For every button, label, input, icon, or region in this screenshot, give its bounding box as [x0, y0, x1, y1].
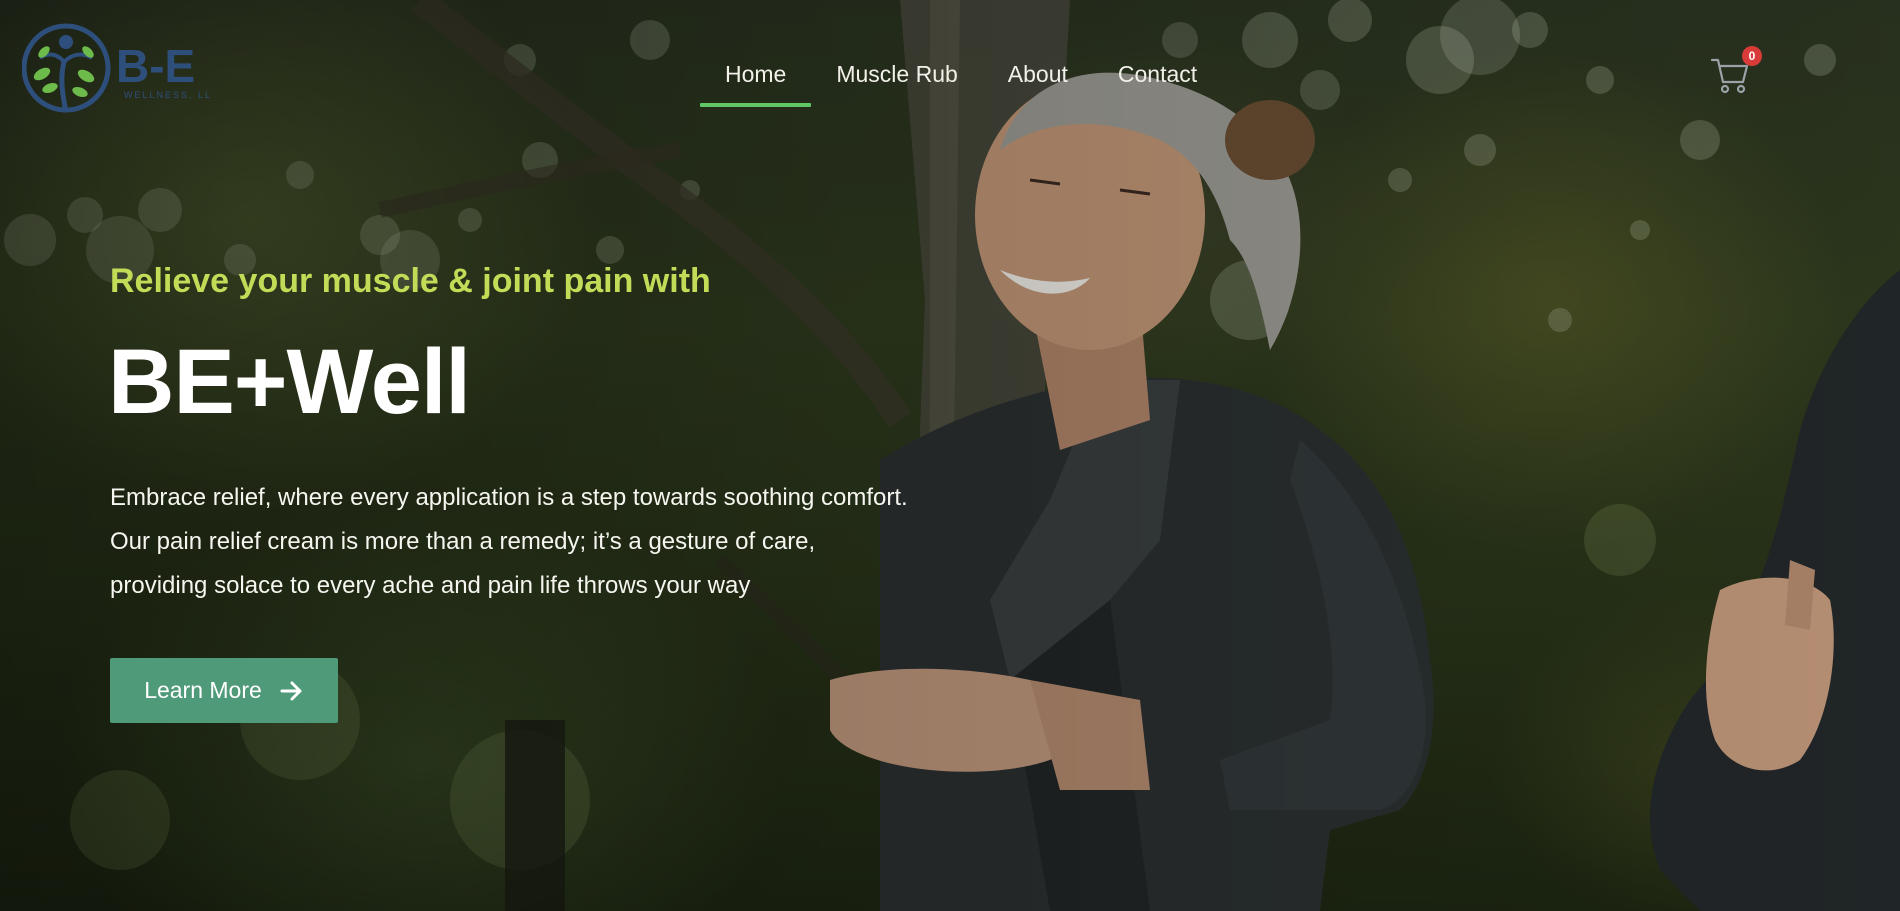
- hero-headline: BE+Well: [108, 331, 471, 433]
- nav-item-about[interactable]: About: [983, 55, 1093, 105]
- learn-more-button[interactable]: Learn More: [110, 658, 338, 723]
- hero-overlay: [0, 0, 1900, 911]
- brand-logo[interactable]: B-E WELLNESS, LLC: [21, 22, 219, 118]
- cart-button[interactable]: 0: [1710, 46, 1762, 96]
- hero-section: B-E WELLNESS, LLC Home Muscle Rub About …: [0, 0, 1900, 911]
- nav-item-muscle-rub[interactable]: Muscle Rub: [811, 55, 982, 105]
- logo-wordmark: B-E: [116, 40, 195, 92]
- hero-description: Embrace relief, where every application …: [110, 484, 908, 599]
- logo-subtext: WELLNESS, LLC: [124, 90, 212, 100]
- arrow-right-icon: [280, 681, 302, 700]
- hero-tagline: Relieve your muscle & joint pain with: [110, 262, 711, 300]
- cart-count-badge: 0: [1742, 46, 1762, 66]
- nav-item-contact[interactable]: Contact: [1093, 55, 1222, 105]
- main-nav: Home Muscle Rub About Contact: [700, 55, 1222, 107]
- learn-more-label: Learn More: [144, 677, 262, 703]
- nav-item-home[interactable]: Home: [700, 55, 812, 107]
